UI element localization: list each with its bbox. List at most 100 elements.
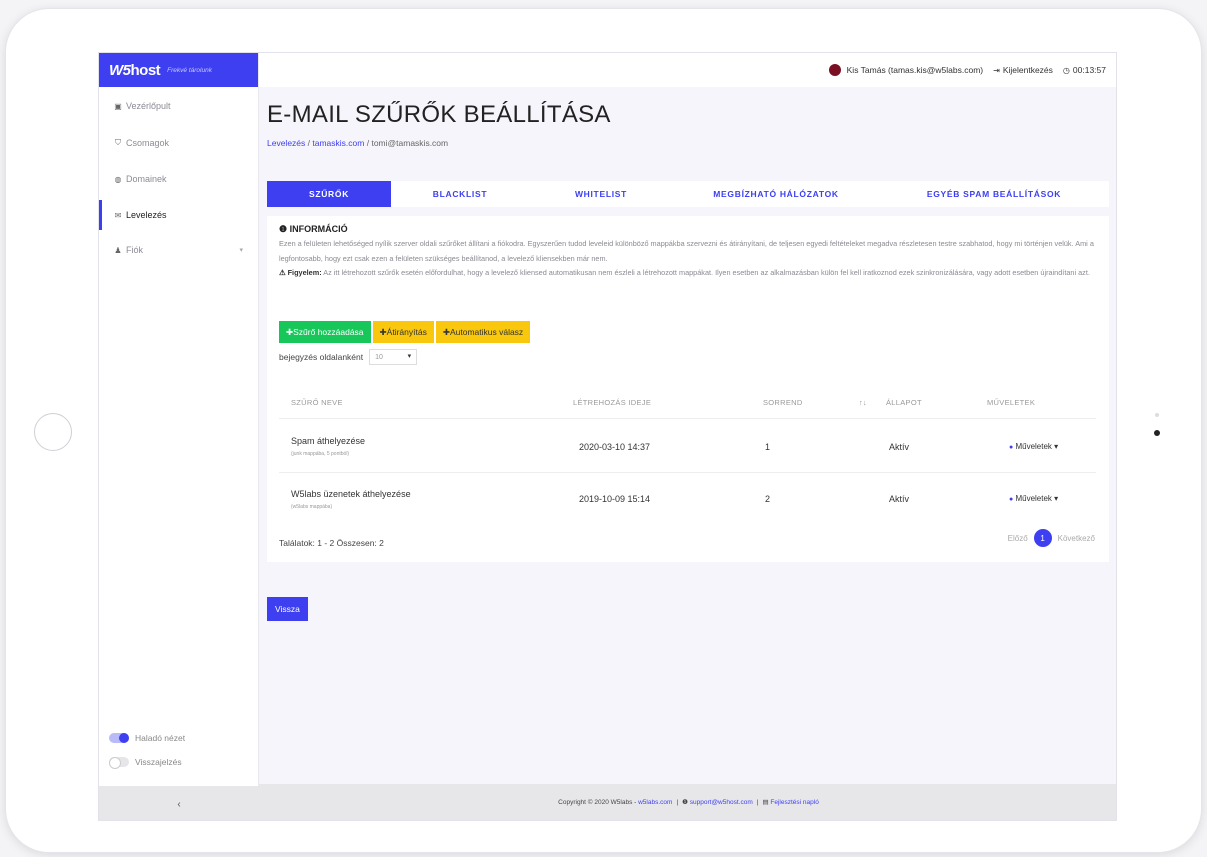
auto-reply-button[interactable]: ✚ Automatikus válasz (435, 321, 531, 343)
header-actions: MŰVELETEK (987, 398, 1036, 407)
filter-description: (junk mappába, 5 pontból) (291, 451, 350, 457)
tab-filters[interactable]: SZŰRŐK (267, 181, 391, 207)
globe-icon: ◍ (114, 174, 122, 184)
per-page-control: bejegyzés oldalanként 10 ▾ (279, 349, 418, 365)
logout-icon: ⇥ (993, 65, 1000, 75)
info-title: ❶ INFORMÁCIÓ (279, 224, 348, 234)
user-info[interactable]: Kis Tamás (tamas.kis@w5labs.com) (847, 65, 983, 75)
sort-icon[interactable]: ↑↓ (859, 398, 867, 407)
row-divider (279, 472, 1096, 473)
sidebar-item-packages[interactable]: ⛉ Csomagok (99, 128, 259, 158)
changelog-link[interactable]: Fejlesztési napló (770, 799, 818, 806)
logout-link[interactable]: Kijelentkezés (1003, 65, 1053, 75)
app-screen: W5host Frekvé tárolunk ▣ Vezérlőpult ⛉ C… (98, 52, 1117, 821)
breadcrumb-mail[interactable]: Levelezés (267, 138, 305, 148)
brand-bar[interactable]: W5host Frekvé tárolunk (99, 53, 258, 87)
feedback-toggle-row[interactable]: Visszajelzés (109, 757, 182, 769)
row-divider (279, 418, 1096, 419)
dashboard-icon: ▣ (114, 101, 122, 111)
info-text: Ezen a felületen lehetőséged nyílik szer… (279, 239, 1094, 277)
breadcrumb-domain[interactable]: tamaskis.com (312, 138, 364, 148)
toggle-label: Haladó nézet (135, 733, 186, 743)
header-order[interactable]: SORREND (763, 398, 803, 407)
action-buttons: ✚ Szűrő hozzáadása ✚ Átirányítás ✚ Autom… (279, 321, 531, 343)
plus-icon: ✚ (442, 326, 450, 337)
sidebar-item-label: Levelezés (126, 210, 167, 220)
header-status[interactable]: ÁLLAPOT (886, 398, 922, 407)
sidebar-item-account[interactable]: ♟ Fiók ▾ (99, 235, 259, 265)
filter-name: Spam áthelyezése (291, 436, 366, 446)
tab-whitelist[interactable]: WHITELIST (529, 181, 673, 207)
info-icon: ❶ (279, 224, 288, 234)
tablet-home-button (34, 413, 72, 451)
sidebar: W5host Frekvé tárolunk ▣ Vezérlőpult ⛉ C… (99, 53, 259, 820)
add-filter-button[interactable]: ✚ Szűrő hozzáadása (279, 321, 371, 343)
sidebar-item-mail[interactable]: ✉ Levelezés (99, 200, 259, 230)
filter-created: 2020-03-10 14:37 (579, 442, 651, 452)
sidebar-item-label: Csomagok (126, 138, 170, 148)
sidebar-item-domains[interactable]: ◍ Domainek (99, 164, 259, 194)
document-icon: ▤ (762, 799, 771, 806)
page-title: E-MAIL SZŰRŐK BEÁLLÍTÁSA (267, 101, 611, 128)
chevron-down-icon: ▾ (407, 353, 412, 360)
actions-dropdown[interactable]: ● Műveletek ▾ (1009, 442, 1058, 451)
avatar[interactable] (828, 64, 841, 76)
sidebar-item-dashboard[interactable]: ▣ Vezérlőpult (99, 91, 259, 121)
copyright-text: Copyright © 2020 W5labs - (558, 798, 637, 806)
chevron-down-icon: ▾ (1054, 442, 1059, 451)
filter-description: (w5labs mappába) (291, 504, 333, 510)
sidebar-item-label: Fiók (126, 245, 144, 255)
feedback-toggle[interactable] (109, 757, 129, 769)
footer: Copyright © 2020 W5labs - w5labs.com | ❶… (259, 784, 1116, 820)
logo[interactable]: W5host (109, 62, 161, 79)
sidebar-item-label: Vezérlőpult (126, 101, 171, 111)
plus-icon: ✚ (379, 326, 387, 337)
actions-dropdown[interactable]: ● Műveletek ▾ (1009, 494, 1058, 503)
pagination: Előző 1 Következő (1008, 529, 1095, 547)
pagination-page-1[interactable]: 1 (1033, 529, 1052, 547)
support-icon: ❶ (682, 799, 690, 806)
brand-tagline: Frekvé tárolunk (167, 66, 212, 74)
user-icon: ♟ (114, 245, 122, 255)
session-timer: 00:13:57 (1072, 65, 1106, 75)
gear-icon: ● (1009, 496, 1014, 503)
results-summary: Találatok: 1 - 2 Összesen: 2 (279, 538, 384, 548)
plus-icon: ✚ (286, 326, 294, 337)
tab-blacklist[interactable]: BLACKLIST (391, 181, 529, 207)
filter-status: Aktív (889, 494, 910, 504)
site-link[interactable]: w5labs.com (638, 799, 672, 806)
tab-other-spam-settings[interactable]: EGYÉB SPAM BEÁLLÍTÁSOK (879, 181, 1109, 207)
envelope-icon: ✉ (114, 210, 122, 220)
header-filter-name[interactable]: SZŰRŐ NEVE (291, 398, 343, 407)
chevron-down-icon: ▾ (1054, 494, 1059, 503)
filters-card: ❶ INFORMÁCIÓ Ezen a felületen lehetősége… (267, 216, 1109, 562)
redirect-button[interactable]: ✚ Átirányítás (372, 321, 434, 343)
header-created[interactable]: LÉTREHOZÁS IDEJE (573, 398, 651, 407)
filter-status: Aktív (889, 442, 910, 452)
advanced-view-toggle[interactable] (109, 733, 129, 743)
sidebar-collapse-button[interactable]: ‹ (99, 786, 259, 820)
support-email-link[interactable]: support@w5host.com (690, 799, 753, 806)
advanced-view-toggle-row[interactable]: Haladó nézet (109, 733, 185, 743)
per-page-select[interactable]: 10 ▾ (369, 349, 418, 365)
per-page-label: bejegyzés oldalanként (279, 352, 364, 362)
chevron-left-icon: ‹ (177, 798, 181, 810)
clock-icon: ◷ (1062, 65, 1070, 75)
sidebar-item-label: Domainek (126, 174, 167, 184)
chevron-down-icon: ▾ (239, 247, 243, 254)
shield-icon: ⛉ (115, 138, 121, 147)
tab-trusted-networks[interactable]: MEGBÍZHATÓ HÁLÓZATOK (673, 181, 879, 207)
warning-icon: ⚠ (279, 268, 286, 277)
filter-order: 1 (765, 442, 771, 452)
pagination-next[interactable]: Következő (1058, 534, 1095, 543)
pagination-prev[interactable]: Előző (1008, 534, 1028, 543)
filter-order: 2 (765, 494, 771, 504)
breadcrumb-current: tomi@tamaskis.com (371, 138, 449, 148)
top-bar: Kis Tamás (tamas.kis@w5labs.com) ⇥ Kijel… (259, 53, 1116, 87)
gear-icon: ● (1009, 444, 1014, 451)
back-button[interactable]: Vissza (267, 597, 308, 621)
tab-bar: SZŰRŐK BLACKLIST WHITELIST MEGBÍZHATÓ HÁ… (267, 181, 1109, 207)
tablet-camera (1154, 430, 1160, 436)
breadcrumb: Levelezés / tamaskis.com / tomi@tamaskis… (267, 138, 449, 148)
filter-name: W5labs üzenetek áthelyezése (291, 489, 411, 499)
